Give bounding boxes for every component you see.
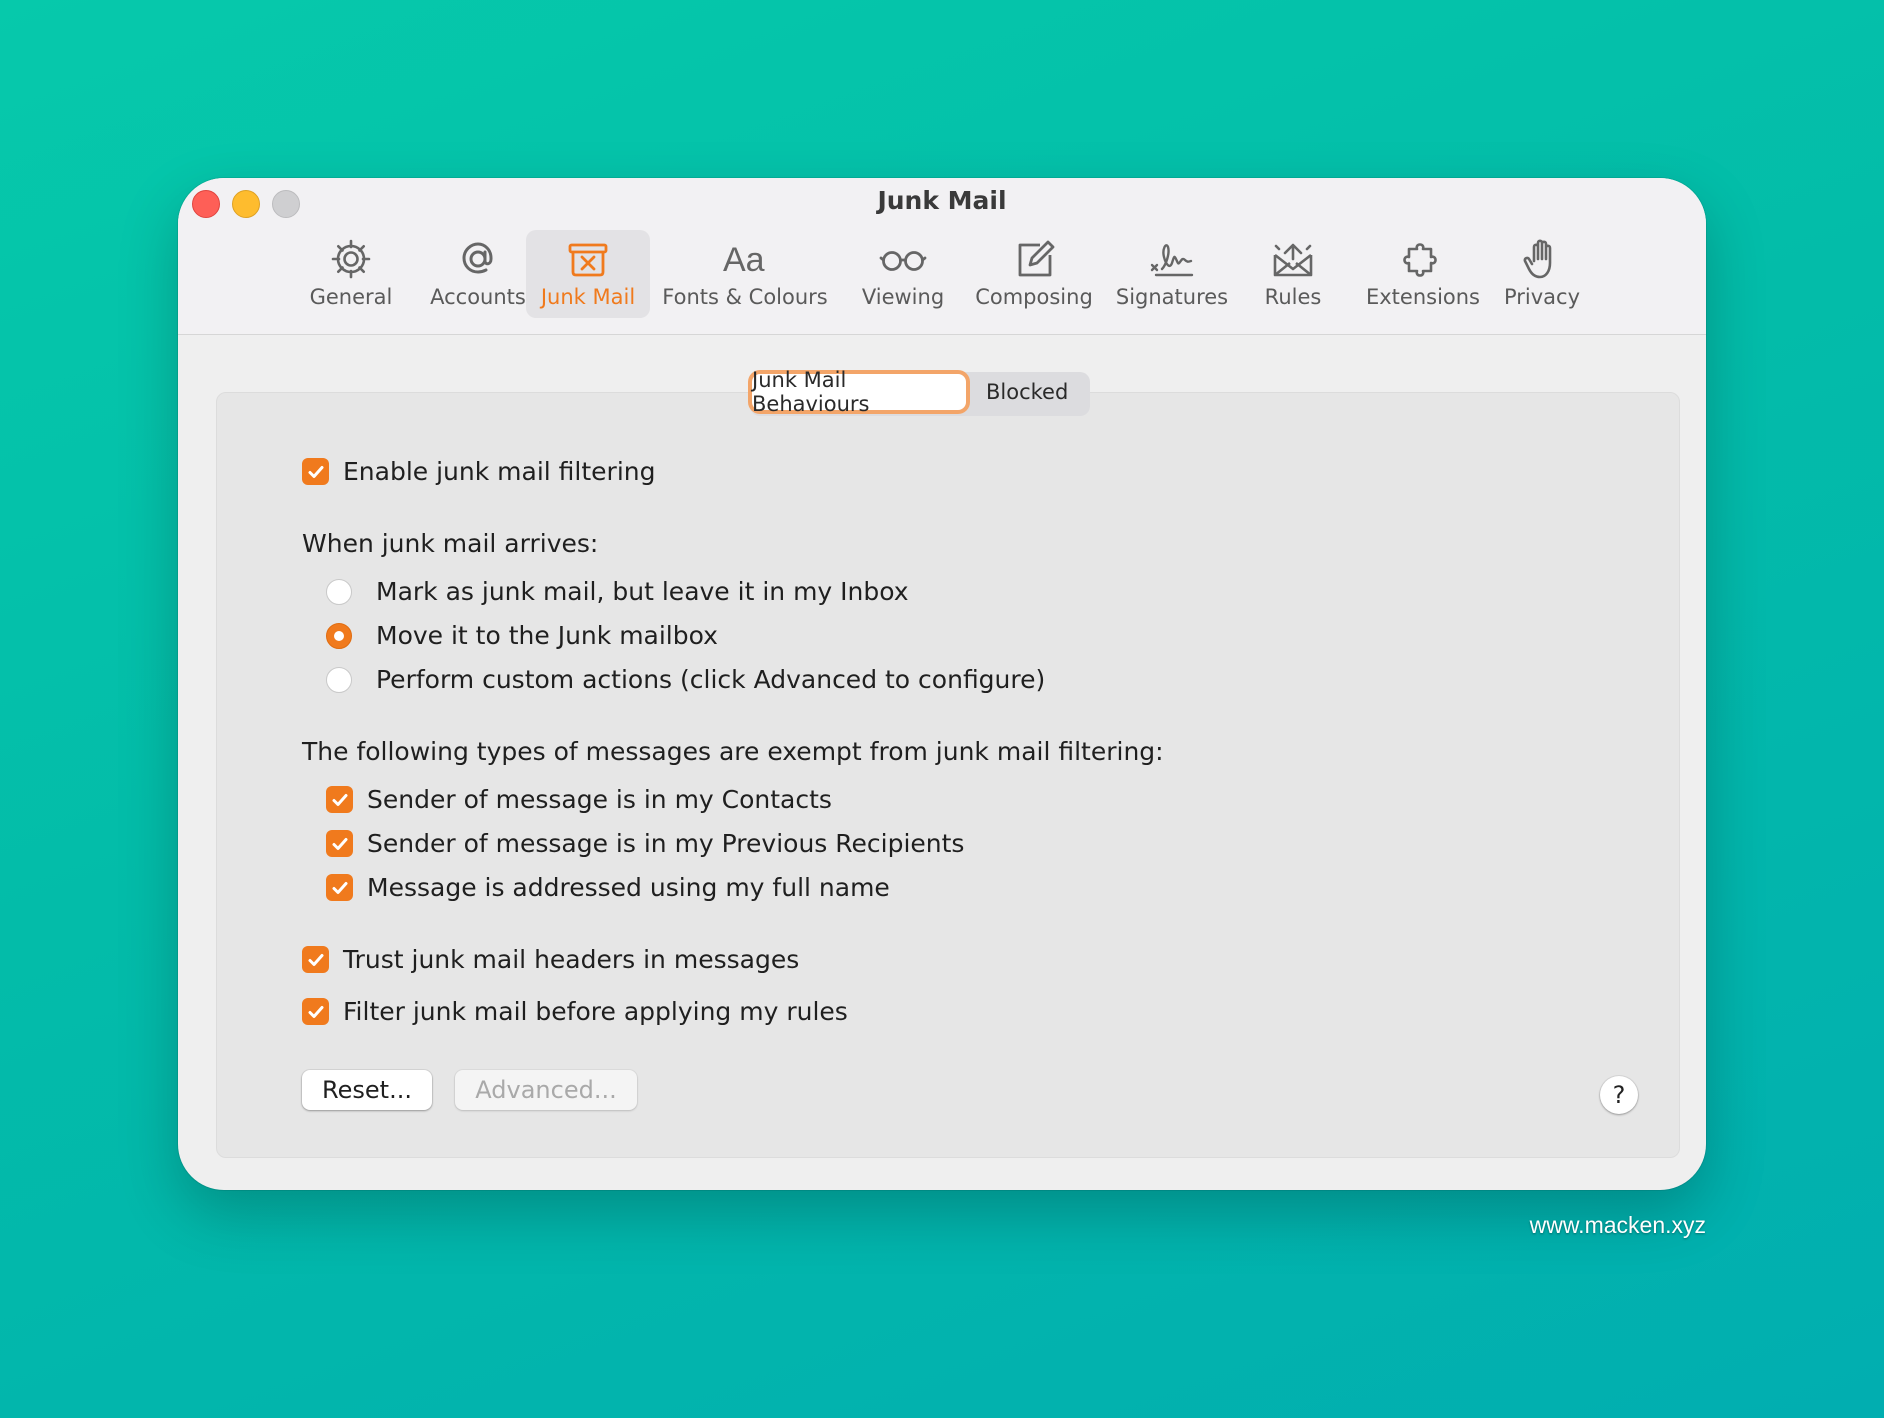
arrival-option-move[interactable]: Move it to the Junk mailbox [326,621,718,650]
arrival-option-mark[interactable]: Mark as junk mail, but leave it in my In… [326,577,909,606]
puzzle-icon [1399,235,1447,283]
arrival-option-mark-radio[interactable] [326,578,352,605]
tab-viewing[interactable]: Viewing [850,230,956,318]
glasses-icon [879,235,927,283]
compose-pencil-icon [1010,235,1058,283]
tab-label: Signatures [1115,285,1229,309]
exempt-option-label: Message is addressed using my full name [367,873,890,902]
reset-button[interactable]: Reset... [302,1070,432,1110]
tab-label: Accounts [430,285,526,309]
tab-extensions[interactable]: Extensions [1360,230,1486,318]
enable-junk-filtering-checkbox[interactable] [302,458,329,485]
arrival-heading: When junk mail arrives: [302,529,599,558]
preferences-window: Junk Mail General Accounts Junk Mail Aa … [178,178,1706,1190]
exempt-heading: The following types of messages are exem… [302,737,1164,766]
filter-before-rules-row[interactable]: Filter junk mail before applying my rule… [302,997,848,1026]
arrival-option-move-radio[interactable] [326,622,352,649]
signature-icon [1148,235,1196,283]
tab-privacy[interactable]: Privacy [1494,230,1590,318]
tab-label: Rules [1264,285,1322,309]
enable-junk-filtering-row[interactable]: Enable junk mail filtering [302,457,656,486]
filter-before-rules-checkbox[interactable] [302,998,329,1025]
tab-signatures[interactable]: Signatures [1106,230,1238,318]
exempt-previous-recipients-checkbox[interactable] [326,830,353,857]
arrival-option-label: Move it to the Junk mailbox [376,621,718,650]
trust-headers-checkbox[interactable] [302,946,329,973]
tab-rules[interactable]: Rules [1244,230,1342,318]
font-aa-icon: Aa [721,235,769,283]
tab-label: General [309,285,393,309]
exempt-option-label: Sender of message is in my Contacts [367,785,832,814]
exempt-option-label: Sender of message is in my Previous Reci… [367,829,965,858]
at-sign-icon [454,235,502,283]
exempt-previous-recipients-row[interactable]: Sender of message is in my Previous Reci… [326,829,964,858]
help-button[interactable]: ? [1600,1076,1638,1114]
exempt-contacts-row[interactable]: Sender of message is in my Contacts [326,785,832,814]
trust-headers-row[interactable]: Trust junk mail headers in messages [302,945,799,974]
exempt-full-name-checkbox[interactable] [326,874,353,901]
toolbar: Junk Mail General Accounts Junk Mail Aa … [178,178,1706,335]
tab-label: Composing [975,285,1093,309]
trust-headers-label: Trust junk mail headers in messages [343,945,800,974]
arrival-option-custom-radio[interactable] [326,666,352,693]
exempt-contacts-checkbox[interactable] [326,786,353,813]
tab-label: Viewing [861,285,945,309]
segmented-control: Junk Mail Behaviours Blocked [750,368,1091,416]
tab-label: Fonts & Colours [662,285,828,309]
arrival-option-label: Mark as junk mail, but leave it in my In… [376,577,909,606]
envelope-rules-icon [1269,235,1317,283]
svg-text:Aa: Aa [723,241,765,279]
segment-junk-mail-behaviours[interactable]: Junk Mail Behaviours [752,368,966,416]
tab-label: Privacy [1503,285,1581,309]
filter-before-rules-label: Filter junk mail before applying my rule… [343,997,848,1026]
tab-label: Extensions [1365,285,1481,309]
arrival-option-custom[interactable]: Perform custom actions (click Advanced t… [326,665,1045,694]
window-title: Junk Mail [877,186,1007,215]
settings-panel [216,392,1680,1158]
advanced-button[interactable]: Advanced... [455,1070,637,1110]
enable-junk-filtering-label: Enable junk mail filtering [343,457,656,486]
watermark-text: www.macken.xyz [1529,1212,1706,1238]
junk-bin-icon [564,235,612,283]
tab-junk-mail[interactable]: Junk Mail [526,230,650,318]
hand-icon [1518,235,1566,283]
tab-fonts-colours[interactable]: Aa Fonts & Colours [658,230,832,318]
segment-blocked[interactable]: Blocked [966,374,1088,410]
arrival-option-label: Perform custom actions (click Advanced t… [376,665,1046,694]
gear-icon [327,235,375,283]
tab-composing[interactable]: Composing [966,230,1102,318]
tab-label: Junk Mail [540,285,636,309]
tab-general[interactable]: General [298,230,404,318]
exempt-full-name-row[interactable]: Message is addressed using my full name [326,873,890,902]
